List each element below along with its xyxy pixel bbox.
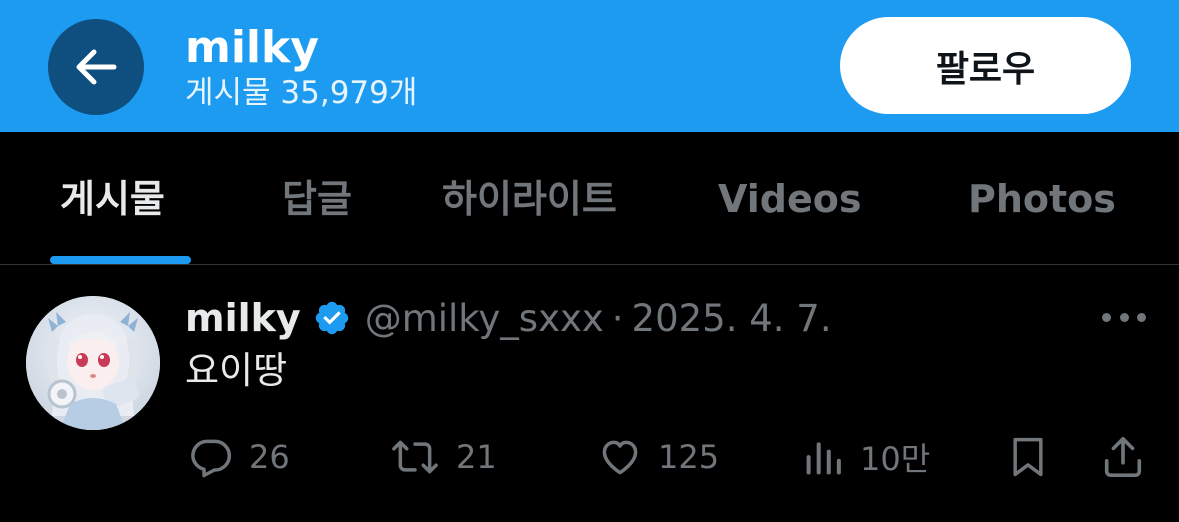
- active-tab-indicator: [50, 256, 191, 264]
- arrow-left-icon: [76, 49, 117, 85]
- bookmark-icon: [1013, 437, 1043, 477]
- tab-photos[interactable]: Photos: [968, 176, 1116, 222]
- back-button[interactable]: [48, 19, 144, 115]
- post-item[interactable]: milky @milky_sxxx · 2025. 4. 7. 요이땅 26 2…: [0, 266, 1179, 522]
- share-button[interactable]: [1100, 430, 1146, 484]
- more-options-icon[interactable]: [1102, 308, 1146, 326]
- analytics-icon: [806, 442, 841, 475]
- views-button[interactable]: 10만: [802, 430, 930, 484]
- post-header: milky @milky_sxxx · 2025. 4. 7.: [185, 292, 832, 344]
- post-author-handle[interactable]: @milky_sxxx: [365, 297, 604, 340]
- post-separator: ·: [611, 296, 624, 340]
- repost-button[interactable]: 21: [388, 430, 497, 484]
- avatar[interactable]: [26, 296, 160, 430]
- tab-posts[interactable]: 게시물: [60, 176, 165, 222]
- post-text: 요이땅: [185, 349, 288, 392]
- post-actions: 26 21 125 10만: [0, 430, 1179, 484]
- tab-replies[interactable]: 답글: [282, 176, 352, 222]
- like-count: 125: [658, 438, 720, 476]
- header-profile-name: milky: [185, 22, 319, 73]
- repost-count: 21: [456, 438, 497, 476]
- reply-button[interactable]: 26: [187, 430, 290, 484]
- follow-button[interactable]: 팔로우: [840, 17, 1131, 114]
- profile-tabs: 게시물 답글 하이라이트 Videos Photos: [0, 132, 1179, 265]
- heart-icon: [602, 440, 638, 475]
- post-date[interactable]: 2025. 4. 7.: [632, 297, 832, 340]
- views-count: 10만: [860, 440, 931, 478]
- bookmark-button[interactable]: [1006, 430, 1050, 484]
- verified-badge-icon: [313, 299, 351, 337]
- header-posts-count: 게시물 35,979개: [185, 75, 418, 111]
- avatar-image: [26, 296, 160, 430]
- post-author-name[interactable]: milky: [185, 296, 301, 340]
- tab-highlights[interactable]: 하이라이트: [442, 176, 617, 222]
- repost-icon: [392, 440, 438, 474]
- reply-count: 26: [249, 438, 290, 476]
- reply-icon: [191, 439, 232, 478]
- share-icon: [1104, 436, 1142, 478]
- tab-videos[interactable]: Videos: [718, 176, 861, 222]
- like-button[interactable]: 125: [596, 430, 719, 484]
- profile-header: milky 게시물 35,979개 팔로우: [0, 0, 1179, 132]
